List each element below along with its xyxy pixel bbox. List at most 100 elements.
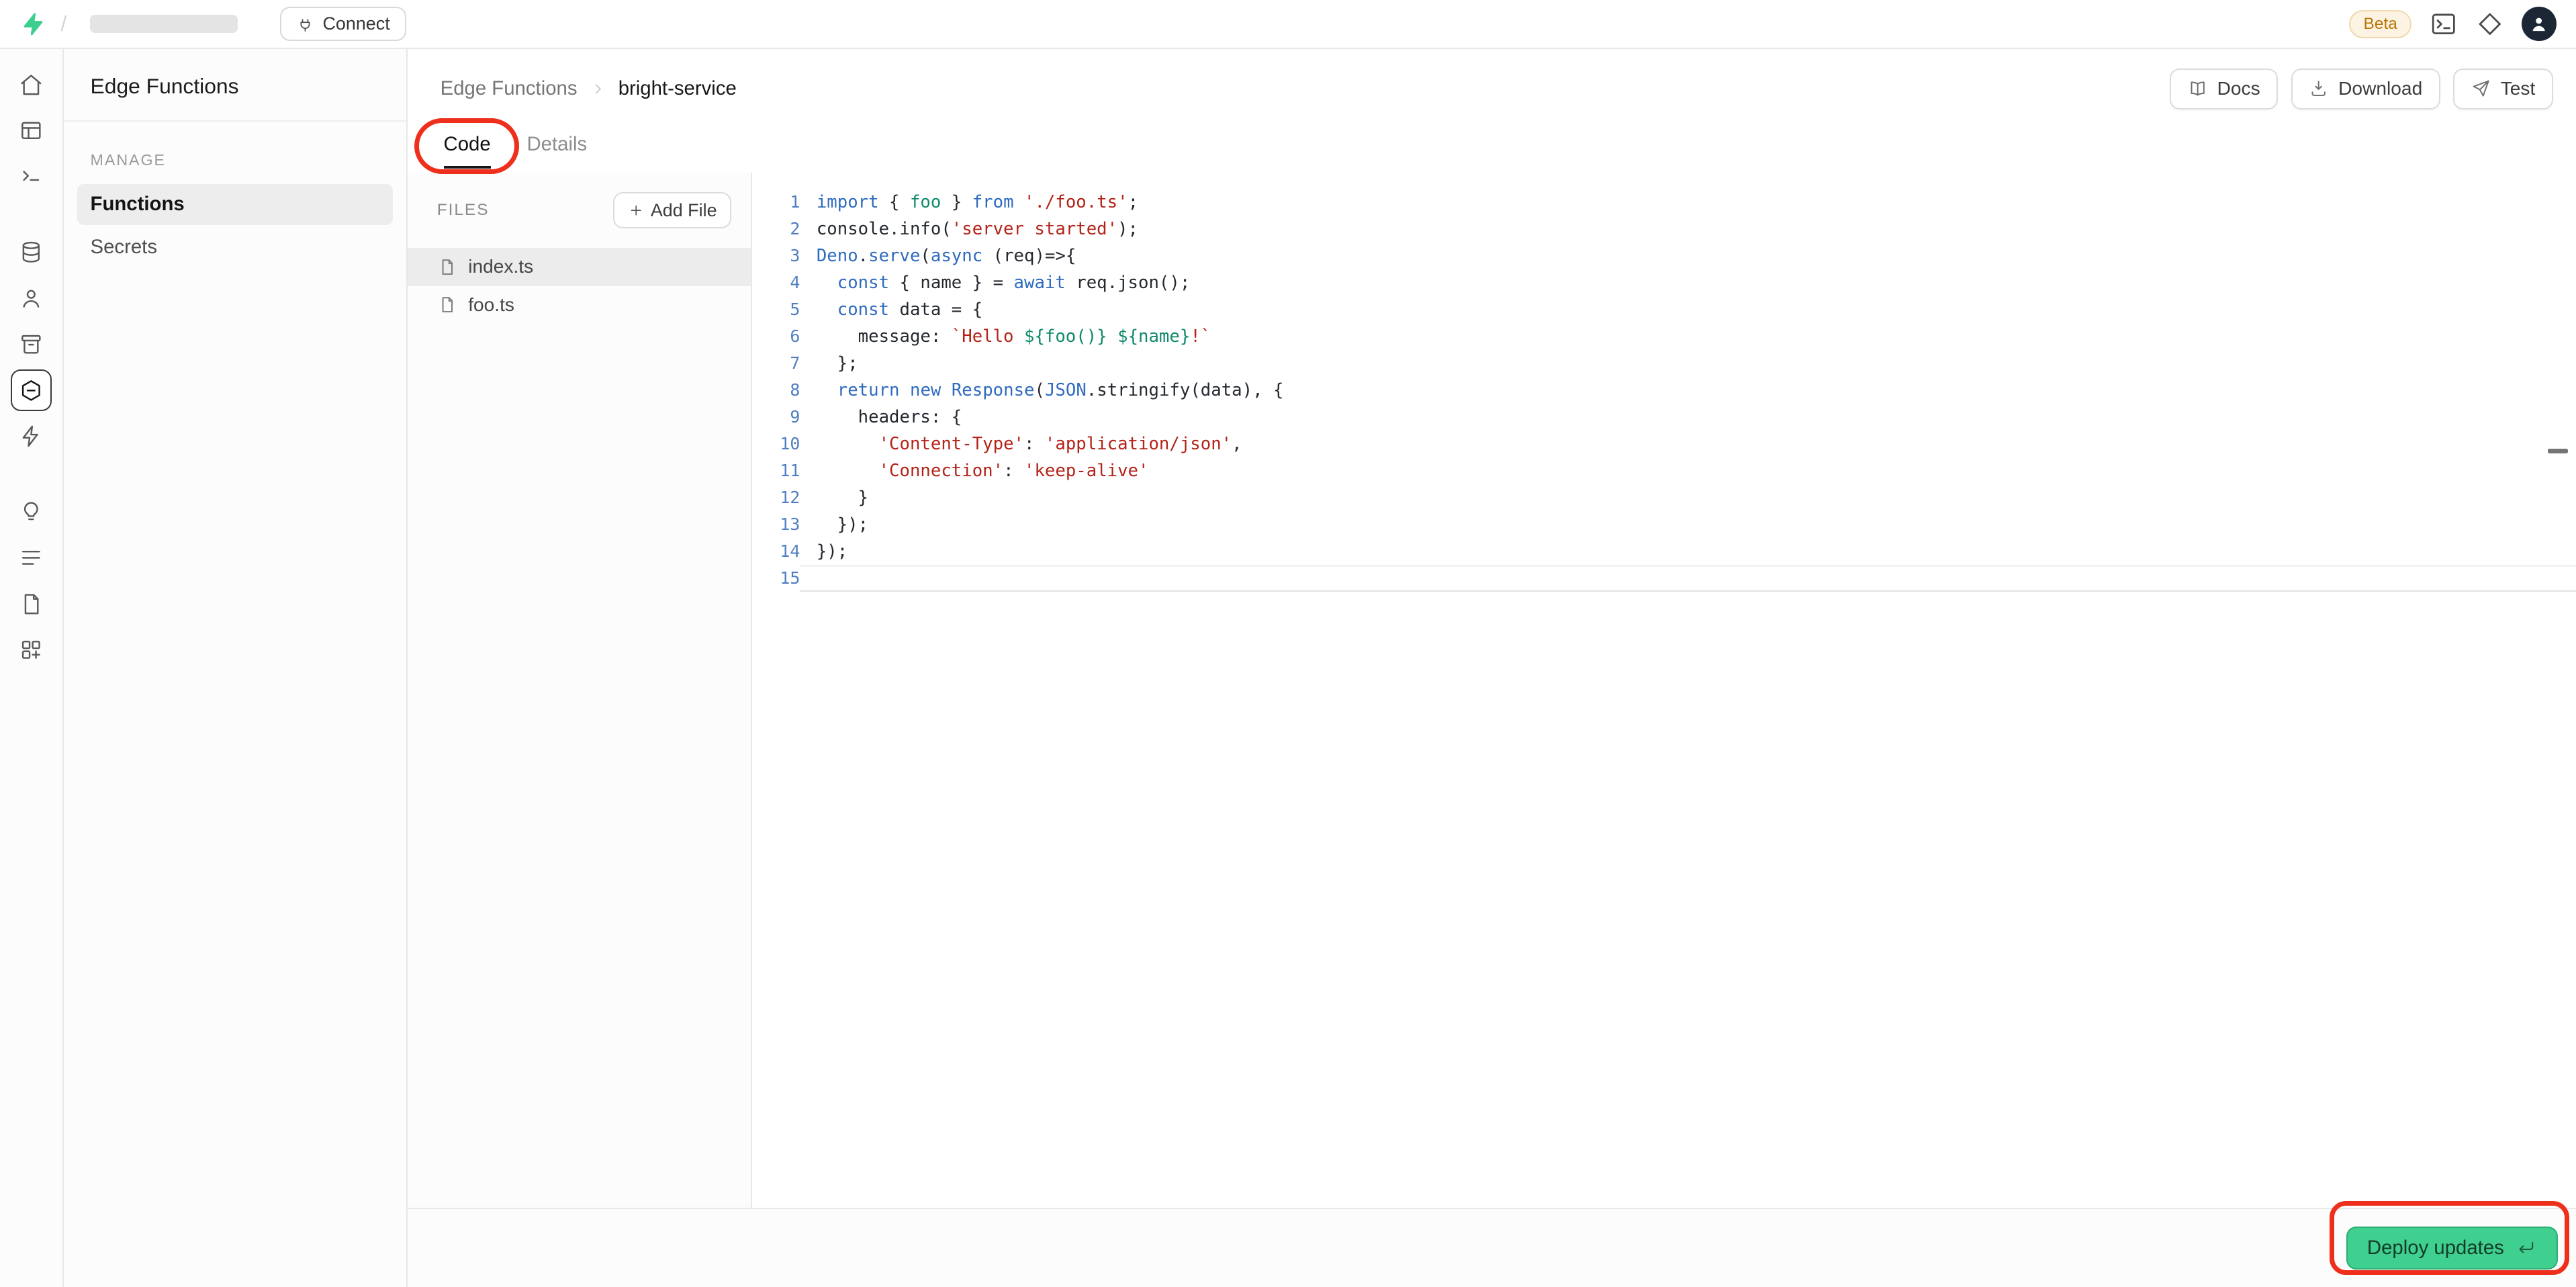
sidebar-item-functions[interactable]: Functions bbox=[77, 184, 393, 225]
nav-item-storage[interactable] bbox=[11, 324, 52, 365]
nav-item-database[interactable] bbox=[11, 232, 52, 273]
line-number: 1 bbox=[752, 189, 800, 216]
nav-item-home[interactable] bbox=[11, 64, 52, 105]
path-separator: / bbox=[60, 11, 66, 36]
tab-code[interactable]: Code bbox=[444, 133, 491, 169]
beta-badge: Beta bbox=[2349, 10, 2411, 38]
table-editor-icon bbox=[19, 118, 44, 143]
code-text: }); bbox=[800, 538, 2576, 565]
nav-item-edge-functions[interactable] bbox=[11, 369, 52, 410]
assistant-button[interactable] bbox=[2476, 10, 2504, 38]
file-item-index.ts[interactable]: index.ts bbox=[408, 248, 751, 285]
scrollbar-marker[interactable] bbox=[2548, 449, 2567, 453]
code-text: 'Connection': 'keep-alive' bbox=[800, 457, 2576, 484]
code-line-9: 9 headers: { bbox=[752, 404, 2576, 431]
enter-icon bbox=[2516, 1237, 2537, 1259]
add-file-button[interactable]: Add File bbox=[613, 192, 731, 228]
nav-rail bbox=[0, 49, 64, 1286]
files-panel-header: FILES Add File bbox=[408, 192, 751, 228]
line-number: 7 bbox=[752, 350, 800, 377]
code-text: } bbox=[800, 484, 2576, 511]
add-file-label: Add File bbox=[651, 200, 717, 221]
main-header: Edge Functions bright-service Docs Downlo… bbox=[408, 49, 2576, 128]
sidebar-title: Edge Functions bbox=[64, 49, 406, 121]
line-number: 2 bbox=[752, 216, 800, 242]
line-number: 8 bbox=[752, 377, 800, 404]
code-text: const { name } = await req.json(); bbox=[800, 269, 2576, 296]
plug-icon bbox=[296, 15, 314, 33]
test-button[interactable]: Test bbox=[2453, 69, 2553, 109]
files-panel: FILES Add File index.tsfoo.ts bbox=[408, 173, 753, 1208]
breadcrumb-parent[interactable]: Edge Functions bbox=[441, 77, 578, 100]
nav-item-realtime[interactable] bbox=[11, 416, 52, 457]
tab-details[interactable]: Details bbox=[526, 133, 587, 169]
sidebar-section-label: MANAGE bbox=[64, 122, 406, 183]
file-list: index.tsfoo.ts bbox=[408, 248, 751, 324]
breadcrumb-current: bright-service bbox=[618, 77, 737, 100]
line-number: 4 bbox=[752, 269, 800, 296]
code-line-10: 10 'Content-Type': 'application/json', bbox=[752, 431, 2576, 457]
code-line-8: 8 return new Response(JSON.stringify(dat… bbox=[752, 377, 2576, 404]
code-line-11: 11 'Connection': 'keep-alive' bbox=[752, 457, 2576, 484]
connect-button[interactable]: Connect bbox=[280, 7, 406, 41]
advisors-icon bbox=[19, 500, 44, 525]
avatar[interactable] bbox=[2522, 7, 2556, 41]
edge-functions-icon bbox=[19, 378, 44, 403]
code-text: }); bbox=[800, 511, 2576, 538]
line-number: 10 bbox=[752, 431, 800, 457]
storage-icon bbox=[19, 332, 44, 357]
integrations-icon bbox=[19, 637, 44, 662]
nav-item-sql-editor[interactable] bbox=[11, 156, 52, 197]
breadcrumb: Edge Functions bright-service bbox=[441, 77, 737, 100]
nav-item-logs[interactable] bbox=[11, 537, 52, 578]
tab-bar: Code Details bbox=[408, 128, 2576, 173]
code-editor[interactable]: 1import { foo } from './foo.ts';2console… bbox=[752, 173, 2576, 1208]
sql-editor-icon bbox=[19, 165, 44, 189]
nav-item-advisors[interactable] bbox=[11, 491, 52, 532]
content-row: FILES Add File index.tsfoo.ts 1import { … bbox=[408, 173, 2576, 1208]
code-text: return new Response(JSON.stringify(data)… bbox=[800, 377, 2576, 404]
code-text: message: `Hello ${foo()} ${name}!` bbox=[800, 323, 2576, 350]
line-number: 11 bbox=[752, 457, 800, 484]
realtime-icon bbox=[19, 424, 44, 449]
nav-item-reports[interactable] bbox=[11, 583, 52, 624]
files-panel-title: FILES bbox=[437, 201, 490, 220]
download-button[interactable]: Download bbox=[2291, 69, 2440, 109]
app-root: / Connect Beta Edge Functions MANAGE Fun… bbox=[0, 0, 2576, 1287]
sidebar: Edge Functions MANAGE FunctionsSecrets bbox=[64, 49, 407, 1286]
terminal-button[interactable] bbox=[2430, 10, 2458, 38]
code-text: const data = { bbox=[800, 296, 2576, 323]
chevron-right-icon bbox=[589, 80, 607, 98]
header-actions: Docs Download Test bbox=[2170, 69, 2553, 109]
nav-item-authentication[interactable] bbox=[11, 277, 52, 318]
code-text: import { foo } from './foo.ts'; bbox=[800, 189, 2576, 216]
nav-item-integrations[interactable] bbox=[11, 629, 52, 670]
auth-icon bbox=[19, 286, 44, 311]
line-number: 6 bbox=[752, 323, 800, 350]
deploy-updates-button[interactable]: Deploy updates bbox=[2346, 1227, 2559, 1270]
code-line-7: 7 }; bbox=[752, 350, 2576, 377]
code-text: Deno.serve(async (req)=>{ bbox=[800, 242, 2576, 269]
code-text: console.info('server started'); bbox=[800, 216, 2576, 242]
line-number: 5 bbox=[752, 296, 800, 323]
line-number: 15 bbox=[752, 565, 800, 592]
file-icon bbox=[437, 257, 457, 277]
code-line-3: 3Deno.serve(async (req)=>{ bbox=[752, 242, 2576, 269]
download-icon bbox=[2309, 79, 2328, 98]
database-icon bbox=[19, 240, 44, 265]
line-number: 9 bbox=[752, 404, 800, 431]
code-text: 'Content-Type': 'application/json', bbox=[800, 431, 2576, 457]
plus-icon bbox=[628, 202, 644, 218]
user-icon bbox=[2529, 14, 2548, 34]
project-name-skeleton bbox=[90, 15, 238, 33]
home-icon bbox=[19, 73, 44, 97]
supabase-logo-icon[interactable] bbox=[19, 11, 46, 37]
code-line-5: 5 const data = { bbox=[752, 296, 2576, 323]
code-text bbox=[800, 565, 2576, 592]
assistant-icon bbox=[2476, 10, 2504, 38]
sidebar-item-secrets[interactable]: Secrets bbox=[77, 226, 393, 267]
file-item-foo.ts[interactable]: foo.ts bbox=[408, 286, 751, 324]
nav-item-table-editor[interactable] bbox=[11, 110, 52, 151]
docs-button[interactable]: Docs bbox=[2170, 69, 2278, 109]
send-icon bbox=[2471, 79, 2491, 98]
